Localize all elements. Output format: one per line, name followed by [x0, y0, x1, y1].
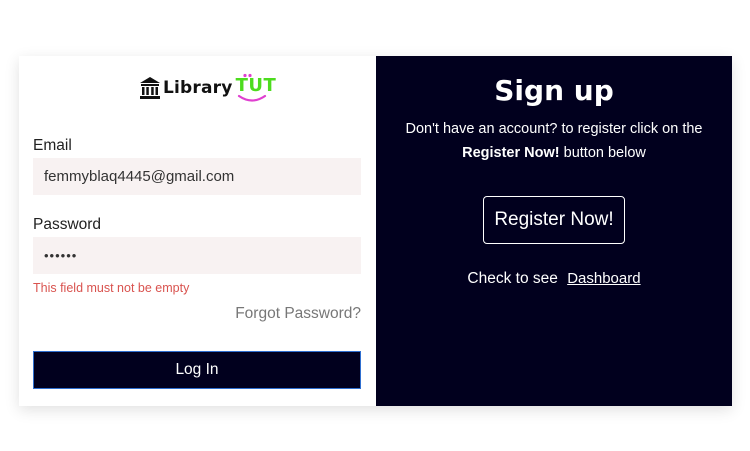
signup-panel: Sign up Don't have an account? to regist…: [376, 56, 732, 406]
auth-card: Library TUT Email femmyblaq4445@gmail.co…: [19, 56, 732, 406]
signup-desc-tail: button below: [559, 145, 646, 161]
email-label: Email: [33, 137, 72, 154]
password-field[interactable]: ••••••: [33, 237, 361, 274]
library-building-icon: [140, 77, 160, 99]
library-tut-logo: Library TUT: [139, 72, 276, 104]
login-panel: Library TUT Email femmyblaq4445@gmail.co…: [19, 56, 376, 406]
dashboard-row: Check to see Dashboard: [376, 270, 732, 288]
dashboard-link[interactable]: Dashboard: [567, 270, 640, 287]
logo-word: Library: [163, 78, 233, 98]
logo-accent: TUT: [235, 73, 276, 103]
password-label: Password: [33, 216, 102, 233]
signup-description: Don't have an account? to register click…: [396, 117, 712, 165]
signup-title: Sign up: [494, 74, 614, 107]
register-now-button[interactable]: Register Now!: [483, 196, 625, 244]
password-error-message: This field must not be empty: [33, 281, 190, 295]
email-field[interactable]: femmyblaq4445@gmail.com: [33, 158, 361, 195]
login-button[interactable]: Log In: [33, 351, 361, 389]
smile-icon: [237, 73, 266, 102]
check-text: Check to see: [467, 270, 558, 287]
forgot-password-link[interactable]: Forgot Password?: [235, 305, 361, 323]
signup-desc-bold: Register Now!: [462, 145, 560, 161]
signup-desc-line: Don't have an account? to register click…: [405, 121, 703, 137]
